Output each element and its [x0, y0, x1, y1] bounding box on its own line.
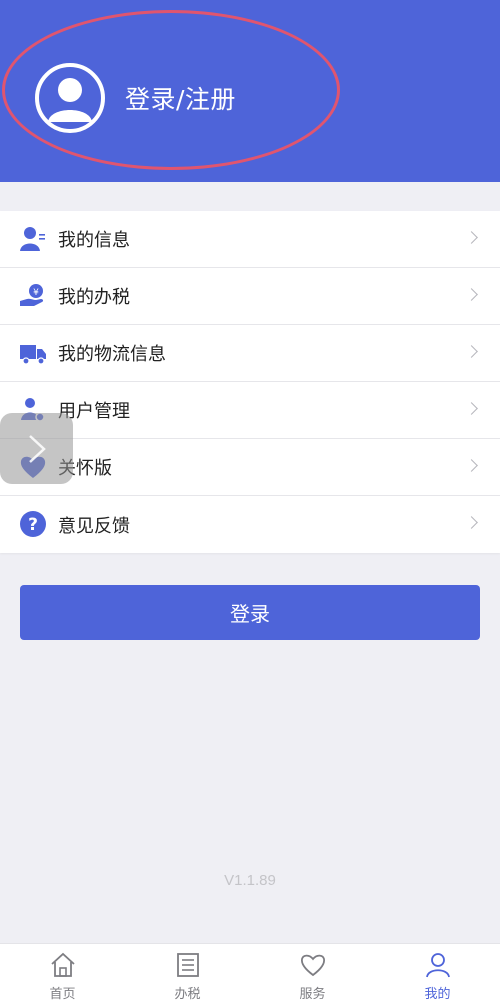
version-label: V1.1.89: [224, 872, 276, 889]
question-icon: ?: [20, 511, 46, 537]
menu-list: 我的信息 ¥ 我的办税 我的物流信息 用户管理 关怀版 ? 意见反馈: [0, 211, 500, 553]
home-icon: [50, 952, 75, 977]
chevron-right-icon: [465, 459, 478, 472]
tab-tax[interactable]: 办税: [125, 944, 250, 1005]
tab-label: 办税: [174, 987, 201, 1002]
menu-item-my-info[interactable]: 我的信息: [0, 211, 500, 268]
floating-assist-button[interactable]: [0, 413, 73, 484]
chevron-right-icon: [465, 345, 478, 358]
menu-item-user-management[interactable]: 用户管理: [0, 382, 500, 439]
menu-item-feedback[interactable]: ? 意见反馈: [0, 496, 500, 553]
login-button[interactable]: 登录: [20, 585, 480, 640]
chevron-right-icon: [465, 516, 478, 529]
menu-label: 我的物流信息: [58, 344, 166, 365]
tab-home[interactable]: 首页: [0, 944, 125, 1005]
menu-item-care-mode[interactable]: 关怀版: [0, 439, 500, 496]
tab-label: 服务: [299, 987, 326, 1002]
person-icon: [425, 953, 450, 978]
tab-service[interactable]: 服务: [250, 944, 375, 1005]
truck-icon: [20, 345, 46, 365]
menu-label: 我的办税: [58, 287, 130, 308]
list-icon: [176, 953, 199, 977]
menu-item-my-logistics[interactable]: 我的物流信息: [0, 325, 500, 382]
svg-text:¥: ¥: [33, 288, 39, 298]
tab-mine[interactable]: 我的: [375, 944, 500, 1005]
tax-hand-icon: ¥: [20, 284, 44, 306]
chevron-right-icon: [465, 402, 478, 415]
chevron-right-icon: [465, 231, 478, 244]
heart-icon: [300, 954, 325, 977]
tab-label: 我的: [424, 987, 451, 1002]
profile-header: 登录/注册: [0, 0, 500, 182]
chevron-right-icon: [465, 288, 478, 301]
svg-text:?: ?: [28, 515, 38, 535]
menu-label: 意见反馈: [58, 515, 130, 537]
menu-item-my-tax[interactable]: ¥ 我的办税: [0, 268, 500, 325]
menu-label: 我的信息: [58, 230, 130, 251]
annotation-ellipse: [2, 10, 340, 170]
bottom-tab-bar: 首页 办税 服务 我的: [0, 943, 500, 1005]
user-info-icon: [20, 227, 45, 251]
chevron-right-icon: [29, 435, 46, 463]
tab-label: 首页: [49, 987, 76, 1002]
